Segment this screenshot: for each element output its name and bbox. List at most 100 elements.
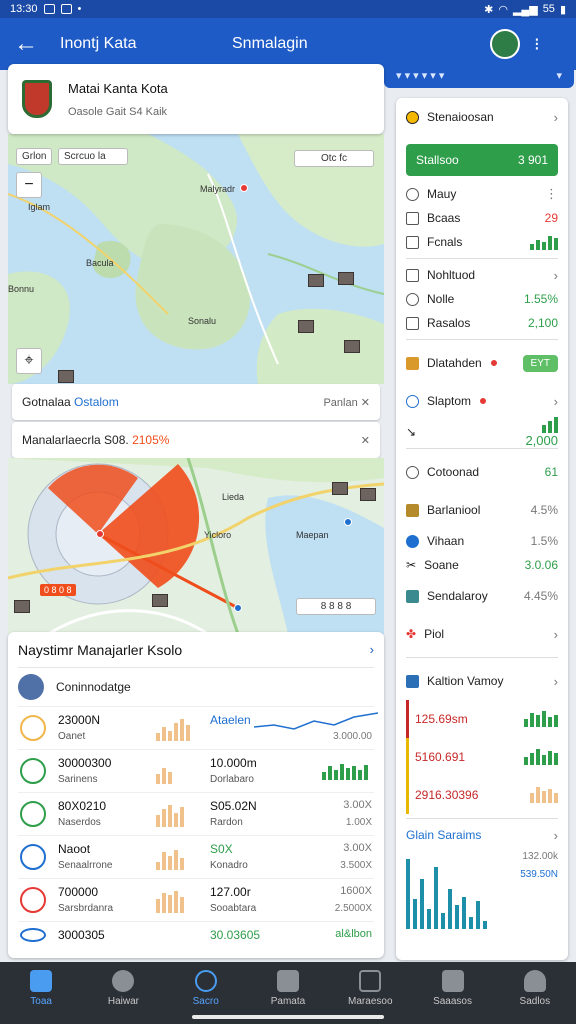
list-item[interactable]: 125.69sm	[406, 700, 558, 738]
row-icon	[20, 844, 46, 870]
building-icon	[308, 274, 324, 287]
list-item[interactable]: Vihaan 1.5%	[406, 529, 558, 553]
location-pin-icon[interactable]	[344, 518, 352, 526]
side-header-label: Stenaioosan	[427, 110, 494, 124]
list-item[interactable]: Dlatahden EYT	[406, 344, 558, 382]
close-icon[interactable]: ✕	[361, 397, 370, 409]
stallsoo-button[interactable]: Stallsoo 3 901	[406, 144, 558, 176]
avatar[interactable]	[490, 29, 520, 59]
list-item[interactable]: Rasalos 2,100	[406, 311, 558, 335]
list-item[interactable]: Bcaas 29	[406, 206, 558, 230]
nav-label: Sacro	[192, 996, 219, 1007]
row-icon	[20, 801, 46, 827]
row-label: Senaalrrone	[58, 860, 113, 871]
row-value: 3000305	[58, 928, 105, 942]
map-top[interactable]: Grlon Scrcuo la − Otc fc ⌖ Malyradr Igla…	[8, 134, 384, 384]
shield-icon	[22, 80, 52, 118]
chevron-right-icon[interactable]: ›	[554, 110, 558, 125]
list-item[interactable]: Nolle 1.55%	[406, 287, 558, 311]
kaltion-value-2: 5160.691	[415, 750, 466, 764]
nav-label: Pamata	[270, 996, 306, 1007]
list-item[interactable]: Slaptom ›	[406, 382, 558, 420]
chevron-right-icon[interactable]: ›	[554, 674, 558, 689]
panel-1-right-text: Panlan	[323, 396, 358, 409]
nav-item-home[interactable]: Toaa	[5, 970, 77, 1007]
item-value: 4.45%	[523, 589, 558, 603]
chevron-right-icon[interactable]: ›	[554, 828, 558, 843]
map-control-chip[interactable]: Otc fc	[294, 150, 374, 167]
table-row[interactable]: 700000 Sarsbrdanra 127.00r Sooabtara 160…	[18, 878, 374, 921]
list-item[interactable]: Kaltion Vamoy ›	[406, 662, 558, 700]
list-item[interactable]: Barlaniool 4.5%	[406, 491, 558, 529]
map-bottom[interactable]: Lieda Maepan Yicloro 0 8 0 8 8 8 8 8	[8, 458, 384, 634]
storage-icon	[406, 589, 419, 603]
chevron-right-icon[interactable]: ›	[554, 268, 558, 283]
item-label: Glain Saraims	[406, 828, 482, 842]
item-label: Bcaas	[427, 211, 461, 225]
more-icon[interactable]: ⁝	[534, 34, 540, 55]
panel-row-2[interactable]: Manalarlaecrla S08. 2105% ✕	[12, 422, 380, 458]
home-indicator[interactable]	[192, 1015, 384, 1019]
row-label: Sarsbrdanra	[58, 903, 114, 914]
item-label: Soane	[424, 558, 459, 572]
home-icon	[30, 970, 53, 992]
list-item[interactable]: Fcnals	[406, 230, 558, 254]
chevron-right-icon[interactable]: ›	[370, 642, 374, 657]
compass-button[interactable]: ⌖	[16, 348, 42, 374]
panel-row-1[interactable]: Gotnalaa Ostalom Panlan ✕	[12, 384, 380, 420]
panel-1-link[interactable]: Ostalom	[74, 395, 119, 409]
manager-card-header[interactable]: Naystimr Manajarler Ksolo ›	[18, 632, 374, 668]
table-row[interactable]: Naoot Senaalrrone S0X Konadro 3.00X 3.50…	[18, 835, 374, 878]
nav-item-search[interactable]: Sacro	[170, 970, 242, 1007]
row-label-2: Rardon	[210, 817, 243, 828]
chevron-right-icon[interactable]: ›	[554, 627, 558, 642]
divider	[406, 818, 558, 819]
map-search-chip[interactable]: Scrcuo la	[58, 148, 128, 165]
table-row[interactable]: 23000N Oanet Ataelen 3.000.00	[18, 706, 378, 749]
list-item[interactable]: Sendalaroy 4.45%	[406, 577, 558, 615]
alert-pin-icon	[479, 397, 488, 405]
battery-level: 55	[542, 3, 555, 15]
list-item[interactable]: Cotoonad 61	[406, 453, 558, 491]
list-item[interactable]: Mauy ⋮	[406, 182, 558, 206]
table-row[interactable]: 80X0210 Naserdos S05.02N Rardon 3.00X 1.…	[18, 792, 374, 835]
map-pin-icon[interactable]	[240, 184, 248, 192]
nav-item-globe[interactable]: Haiwar	[87, 970, 159, 1007]
trend-icon: ↘	[406, 425, 417, 439]
nav-item-map[interactable]: Pamata	[252, 970, 324, 1007]
row-label: Naserdos	[58, 817, 101, 828]
list-item[interactable]: 5160.691	[406, 738, 558, 776]
list-item[interactable]: Glain Saraims ›	[406, 823, 558, 847]
nav-item-profile[interactable]: Sadlos	[499, 970, 571, 1007]
chevron-right-icon[interactable]: ›	[554, 394, 558, 409]
status-time: 13:30	[10, 3, 38, 15]
nav-item-person[interactable]: Saaasos	[417, 970, 489, 1007]
row-label-2: Sooabtara	[210, 903, 257, 914]
row-right-2: 2.5000X	[334, 903, 372, 914]
location-pin-icon[interactable]	[234, 604, 242, 612]
row-value-2: 30.03605	[210, 928, 261, 942]
close-icon[interactable]: ✕	[361, 434, 370, 447]
zoom-out-button[interactable]: −	[16, 172, 42, 198]
list-item[interactable]: Nohltuod ›	[406, 263, 558, 287]
item-bars	[530, 787, 558, 803]
chip-left[interactable]: Grlon	[16, 148, 53, 165]
list-item[interactable]: 2916.30396	[406, 776, 558, 814]
chevron-down-icon[interactable]: ▾	[556, 69, 562, 82]
back-button[interactable]: ←	[0, 18, 52, 70]
row-icon	[20, 758, 46, 784]
map-label-5: Bonnu	[8, 284, 35, 294]
side-header[interactable]: Stenaioosan ›	[406, 98, 558, 136]
circle-icon	[406, 187, 419, 201]
nav-item-book[interactable]: Maraesoo	[334, 970, 406, 1007]
center-pin-icon[interactable]	[96, 530, 104, 538]
list-item[interactable]: ✤ Piol ›	[406, 615, 558, 653]
map-bottom-chip[interactable]: 8 8 8 8	[296, 598, 376, 615]
item-badge[interactable]: EYT	[522, 354, 558, 372]
row-bars	[156, 891, 192, 913]
more-icon[interactable]: ⋮	[545, 186, 558, 202]
table-row[interactable]: 3000305 30.03605 al&lbon	[18, 921, 374, 947]
table-row[interactable]: 30000300 Sarinens 10.000m Dorlabaro	[18, 749, 374, 792]
list-item[interactable]: ✂ Soane 3.0.06	[406, 553, 558, 577]
location-card[interactable]: Matai Kanta Kota Oasole Gait S4 Kaik	[8, 64, 384, 134]
